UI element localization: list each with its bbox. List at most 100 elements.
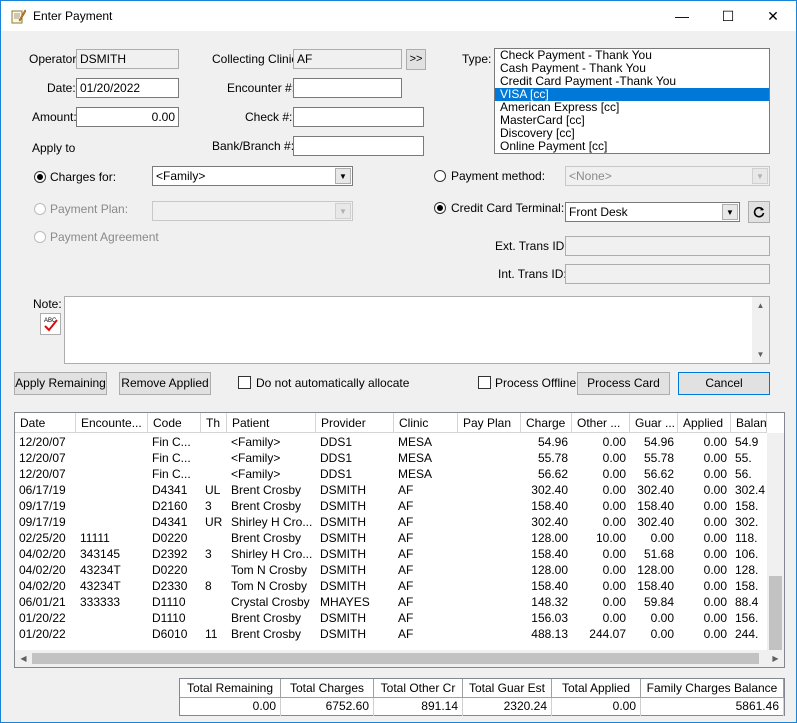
check-number-field[interactable] xyxy=(293,107,424,127)
table-cell: 158. xyxy=(735,499,759,513)
payment-method-select[interactable]: <None> ▼ xyxy=(565,166,770,186)
scroll-down-icon[interactable]: ▼ xyxy=(752,346,769,363)
table-cell: 0.00 xyxy=(703,451,727,465)
charges-for-radio[interactable] xyxy=(34,171,46,183)
apply-remaining-button[interactable]: Apply Remaining xyxy=(14,372,107,395)
table-cell: 54.96 xyxy=(643,435,674,449)
table-row[interactable]: 12/20/07 Fin C... <Family> DDS1 MESA 55.78 0.0… xyxy=(15,450,767,466)
table-cell: 12/20/07 xyxy=(19,435,66,449)
grid-column-header[interactable]: Code xyxy=(148,413,201,433)
table-cell: 156.03 xyxy=(531,611,568,625)
table-row[interactable]: 06/17/19 D4341 UL Brent Crosby DSMITH AF 302.4… xyxy=(15,482,767,498)
table-row[interactable]: 01/20/22 D6010 11 Brent Crosby DSMITH AF 488.1… xyxy=(15,626,767,642)
grid-column-header[interactable]: Balan xyxy=(731,413,767,433)
maximize-button[interactable]: ☐ xyxy=(705,1,751,31)
table-row[interactable]: 12/20/07 Fin C... <Family> DDS1 MESA 56.62 0.0… xyxy=(15,466,767,482)
grid-horizontal-scrollbar[interactable]: ◀ ▶ xyxy=(15,650,784,667)
remove-applied-button[interactable]: Remove Applied xyxy=(119,372,211,395)
grid-column-header[interactable]: Guar ... xyxy=(630,413,678,433)
table-row[interactable]: 06/01/21 333333 D1110 Crystal Crosby MHAYES A… xyxy=(15,594,767,610)
operator-field: DSMITH xyxy=(76,49,179,69)
payment-plan-radio[interactable] xyxy=(34,203,46,215)
table-cell: 0.00 xyxy=(703,515,727,529)
table-cell: 0.00 xyxy=(602,611,626,625)
table-cell xyxy=(201,530,227,546)
window-title: Enter Payment xyxy=(33,9,113,23)
grid-column-header[interactable]: Other ... xyxy=(572,413,630,433)
table-row[interactable]: 12/20/07 Fin C... <Family> DDS1 MESA 54.96 0.0… xyxy=(15,434,767,450)
table-row[interactable]: 04/02/20 43234T D2330 8 Tom N Crosby DSMITH AF… xyxy=(15,578,767,594)
payment-plan-select[interactable]: ▼ xyxy=(152,201,353,221)
grid-column-header[interactable]: Clinic xyxy=(394,413,458,433)
payment-type-option[interactable]: Online Payment [cc] xyxy=(495,140,769,153)
chevron-down-icon: ▼ xyxy=(752,168,768,184)
table-row[interactable]: 04/02/20 43234T D0220 Tom N Crosby DSMITH AF 1… xyxy=(15,562,767,578)
table-row[interactable]: 01/20/22 D1110 Brent Crosby DSMITH AF 156.03 0… xyxy=(15,610,767,626)
table-cell xyxy=(76,466,148,482)
grid-column-header[interactable]: Patient xyxy=(227,413,316,433)
payment-type-list[interactable]: Check Payment - Thank You Cash Payment - … xyxy=(494,48,770,154)
grid-column-header[interactable]: Th xyxy=(201,413,227,433)
table-cell: Shirley H Cro... xyxy=(231,547,313,561)
charges-grid[interactable]: Date Encounte... Code Th Patient Provider Clin… xyxy=(14,412,785,668)
no-auto-allocate-checkbox[interactable] xyxy=(238,376,251,389)
spellcheck-button[interactable]: ABC xyxy=(40,313,61,335)
table-cell: 0.00 xyxy=(703,467,727,481)
date-label: Date: xyxy=(47,81,76,95)
table-cell: 0.00 xyxy=(703,627,727,641)
table-cell xyxy=(458,434,521,450)
amount-field[interactable]: 0.00 xyxy=(76,107,179,127)
minimize-button[interactable]: — xyxy=(659,1,705,31)
table-row[interactable]: 04/02/20 343145 D2392 3 Shirley H Cro... DSMI… xyxy=(15,546,767,562)
table-cell: 128.00 xyxy=(531,531,568,545)
charges-for-select[interactable]: <Family> ▼ xyxy=(152,166,353,186)
table-cell: DSMITH xyxy=(320,483,366,497)
credit-card-terminal-value: Front Desk xyxy=(569,205,628,219)
table-cell: AF xyxy=(398,579,414,593)
table-cell: 244.07 xyxy=(589,627,626,641)
date-field[interactable]: 01/20/2022 xyxy=(76,78,179,98)
table-cell: DSMITH xyxy=(320,515,366,529)
bank-branch-field[interactable] xyxy=(293,136,424,156)
table-cell: Brent Crosby xyxy=(231,499,302,513)
process-offline-checkbox[interactable] xyxy=(478,376,491,389)
grid-column-header[interactable]: Provider xyxy=(316,413,394,433)
grid-column-header[interactable]: Pay Plan xyxy=(458,413,521,433)
table-cell: 56.62 xyxy=(537,467,568,481)
encounter-label: Encounter #: xyxy=(227,81,296,95)
cancel-button[interactable]: Cancel xyxy=(678,372,770,395)
close-button[interactable]: ✕ xyxy=(750,1,796,31)
table-row[interactable]: 09/17/19 D2160 3 Brent Crosby DSMITH AF 158.40… xyxy=(15,498,767,514)
encounter-field[interactable] xyxy=(293,78,402,98)
table-row[interactable]: 09/17/19 D4341 UR Shirley H Cro... DSMITH AF 3… xyxy=(15,514,767,530)
grid-column-header[interactable]: Charge xyxy=(521,413,572,433)
check-number-label: Check #: xyxy=(245,110,293,124)
chevron-down-icon: ▼ xyxy=(722,204,738,220)
grid-column-header[interactable]: Encounte... xyxy=(76,413,148,433)
note-scrollbar[interactable]: ▲ ▼ xyxy=(752,297,769,363)
table-cell: 0.00 xyxy=(650,531,674,545)
note-textarea[interactable]: ▲ ▼ xyxy=(64,296,770,364)
grid-vertical-scrollbar[interactable] xyxy=(767,433,784,667)
grid-column-header[interactable]: Applied xyxy=(678,413,731,433)
process-card-button[interactable]: Process Card xyxy=(577,372,670,395)
grid-column-header[interactable]: Date xyxy=(15,413,76,433)
table-cell: MESA xyxy=(398,435,433,449)
horizontal-scroll-thumb[interactable] xyxy=(32,653,759,664)
table-cell: Fin C... xyxy=(152,451,191,465)
payment-method-radio[interactable] xyxy=(434,170,446,182)
credit-card-terminal-select[interactable]: Front Desk ▼ xyxy=(565,202,740,222)
table-cell: AF xyxy=(398,531,414,545)
payment-agreement-radio[interactable] xyxy=(34,231,46,243)
table-cell: Fin C... xyxy=(152,435,191,449)
clinic-picker-button[interactable]: >> xyxy=(406,49,426,70)
scroll-up-icon[interactable]: ▲ xyxy=(752,297,769,314)
scroll-left-icon[interactable]: ◀ xyxy=(15,650,32,667)
vertical-scroll-thumb[interactable] xyxy=(769,576,782,654)
credit-card-terminal-radio[interactable] xyxy=(434,202,446,214)
type-label: Type: xyxy=(462,52,492,66)
table-cell: 302. xyxy=(735,515,759,529)
table-row[interactable]: 02/25/20 11111 D0220 Brent Crosby DSMITH AF 12… xyxy=(15,530,767,546)
refresh-terminal-button[interactable] xyxy=(748,201,770,223)
scroll-right-icon[interactable]: ▶ xyxy=(767,650,784,667)
